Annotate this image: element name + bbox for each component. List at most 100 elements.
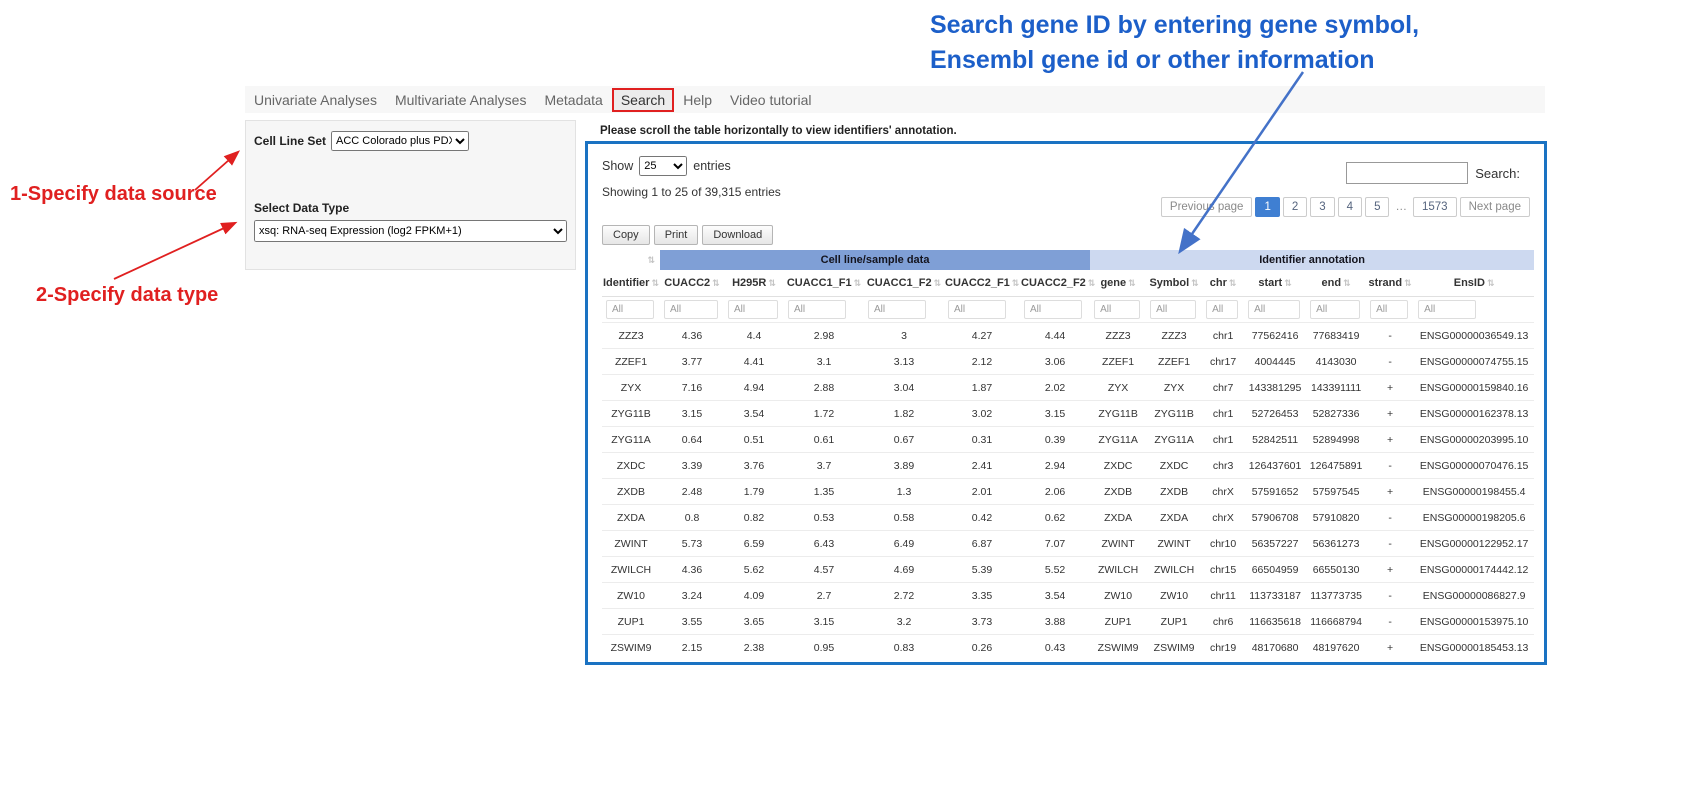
column-header-cuacc2-f1[interactable]: CUACC2_F1⇅ [944, 270, 1020, 297]
filter-input-ensid[interactable] [1418, 300, 1476, 319]
cell-end: 57597545 [1306, 479, 1366, 505]
nav-item-metadata[interactable]: Metadata [535, 88, 611, 112]
column-header-chr[interactable]: chr⇅ [1202, 270, 1244, 297]
column-header-cuacc1-f2[interactable]: CUACC1_F2⇅ [864, 270, 944, 297]
sort-icon[interactable]: ⇅ [1343, 278, 1351, 288]
filter-input-gene[interactable] [1094, 300, 1140, 319]
table-row[interactable]: ZWILCH4.365.624.574.695.395.52ZWILCHZWIL… [602, 557, 1534, 583]
column-header-start[interactable]: start⇅ [1244, 270, 1306, 297]
print-button[interactable]: Print [654, 225, 699, 245]
page-button-2[interactable]: 2 [1283, 197, 1307, 217]
filter-input-end[interactable] [1310, 300, 1360, 319]
table-search-input[interactable] [1346, 162, 1468, 184]
cell-end: 126475891 [1306, 453, 1366, 479]
download-button[interactable]: Download [702, 225, 773, 245]
column-header-cuacc2[interactable]: CUACC2⇅ [660, 270, 724, 297]
filter-input-cuacc1-f2[interactable] [868, 300, 926, 319]
cell-cuacc1-f1: 2.88 [784, 375, 864, 401]
cell-identifier: ZW10 [602, 583, 660, 609]
cell-start: 4004445 [1244, 349, 1306, 375]
data-type-select[interactable]: xsq: RNA-seq Expression (log2 FPKM+1) [254, 220, 567, 242]
cell-gene: ZXDA [1090, 505, 1146, 531]
table-row[interactable]: ZWINT5.736.596.436.496.877.07ZWINTZWINTc… [602, 531, 1534, 557]
column-header-gene[interactable]: gene⇅ [1090, 270, 1146, 297]
sort-icon[interactable]: ⇅ [712, 278, 720, 288]
cell-h295r: 3.65 [724, 609, 784, 635]
column-header-cuacc1-f1[interactable]: CUACC1_F1⇅ [784, 270, 864, 297]
results-panel: Show 25 entries Search: Showing 1 to 25 … [585, 141, 1547, 665]
table-row[interactable]: ZXDB2.481.791.351.32.012.06ZXDBZXDBchrX5… [602, 479, 1534, 505]
sort-icon[interactable]: ⇅ [854, 278, 862, 288]
table-row[interactable]: ZYG11A0.640.510.610.670.310.39ZYG11AZYG1… [602, 427, 1534, 453]
table-row[interactable]: ZZZ34.364.42.9834.274.44ZZZ3ZZZ3chr17756… [602, 323, 1534, 349]
column-label: EnsID [1454, 277, 1485, 289]
table-row[interactable]: ZW103.244.092.72.723.353.54ZW10ZW10chr11… [602, 583, 1534, 609]
cell-symbol: ZXDA [1146, 505, 1202, 531]
column-label: CUACC2_F2 [1021, 277, 1086, 289]
column-header-ensid[interactable]: EnsID⇅ [1414, 270, 1534, 297]
filter-input-cuacc2[interactable] [664, 300, 718, 319]
filter-input-cuacc2-f2[interactable] [1024, 300, 1082, 319]
sort-icon[interactable]: ⇅ [1404, 278, 1412, 288]
table-row[interactable]: ZZEF13.774.413.13.132.123.06ZZEF1ZZEF1ch… [602, 349, 1534, 375]
page-button-3[interactable]: 3 [1310, 197, 1334, 217]
table-row[interactable]: ZUP13.553.653.153.23.733.88ZUP1ZUP1chr61… [602, 609, 1534, 635]
filter-input-cuacc2-f1[interactable] [948, 300, 1006, 319]
page-button-1573[interactable]: 1573 [1413, 197, 1457, 217]
cell-start: 56357227 [1244, 531, 1306, 557]
filter-input-cuacc1-f1[interactable] [788, 300, 846, 319]
column-label: chr [1210, 277, 1227, 289]
sort-icon[interactable]: ⇅ [1229, 278, 1237, 288]
sort-icon[interactable]: ⇅ [1128, 278, 1136, 288]
filter-input-start[interactable] [1248, 300, 1300, 319]
table-row[interactable]: ZYG11B3.153.541.721.823.023.15ZYG11BZYG1… [602, 401, 1534, 427]
filter-cell-cuacc1-f1 [784, 297, 864, 323]
page-button-4[interactable]: 4 [1338, 197, 1362, 217]
nav-item-search[interactable]: Search [612, 88, 674, 112]
cell-end: 56361273 [1306, 531, 1366, 557]
table-row[interactable]: ZXDA0.80.820.530.580.420.62ZXDAZXDAchrX5… [602, 505, 1534, 531]
sort-icon[interactable]: ⇅ [1487, 278, 1495, 288]
page-button-1[interactable]: 1 [1255, 197, 1279, 217]
table-row[interactable]: ZYX7.164.942.883.041.872.02ZYXZYXchr7143… [602, 375, 1534, 401]
column-header-cuacc2-f2[interactable]: CUACC2_F2⇅ [1020, 270, 1090, 297]
table-row[interactable]: ZSWIM92.152.380.950.830.260.43ZSWIM9ZSWI… [602, 635, 1534, 661]
filter-input-identifier[interactable] [606, 300, 654, 319]
previous-page-button[interactable]: Previous page [1161, 197, 1253, 217]
cell-cuacc2-f2: 3.88 [1020, 609, 1090, 635]
cell-cuacc2-f1: 0.26 [944, 635, 1020, 661]
nav-item-univariate-analyses[interactable]: Univariate Analyses [245, 88, 386, 112]
nav-item-help[interactable]: Help [674, 88, 721, 112]
sort-icon[interactable]: ⇅ [647, 255, 655, 265]
sort-icon[interactable]: ⇅ [1284, 278, 1292, 288]
cell-chr: chr1 [1202, 427, 1244, 453]
table-row[interactable]: ZXDC3.393.763.73.892.412.94ZXDCZXDCchr31… [602, 453, 1534, 479]
column-header-symbol[interactable]: Symbol⇅ [1146, 270, 1202, 297]
filter-input-h295r[interactable] [728, 300, 778, 319]
cell-line-set-select[interactable]: ACC Colorado plus PDX [331, 131, 469, 151]
cell-symbol: ZW10 [1146, 583, 1202, 609]
cell-cuacc2-f2: 3.06 [1020, 349, 1090, 375]
column-header-h295r[interactable]: H295R⇅ [724, 270, 784, 297]
column-header-end[interactable]: end⇅ [1306, 270, 1366, 297]
copy-button[interactable]: Copy [602, 225, 650, 245]
filter-input-strand[interactable] [1370, 300, 1408, 319]
nav-item-video-tutorial[interactable]: Video tutorial [721, 88, 820, 112]
sort-icon[interactable]: ⇅ [1191, 278, 1199, 288]
cell-identifier: ZXDC [602, 453, 660, 479]
column-header-identifier[interactable]: Identifier⇅ [602, 270, 660, 297]
sort-icon[interactable]: ⇅ [1012, 278, 1020, 288]
nav-item-multivariate-analyses[interactable]: Multivariate Analyses [386, 88, 536, 112]
filter-input-chr[interactable] [1206, 300, 1238, 319]
page-length-select[interactable]: 25 [639, 156, 687, 176]
filter-input-symbol[interactable] [1150, 300, 1196, 319]
next-page-button[interactable]: Next page [1460, 197, 1530, 217]
cell-cuacc1-f2: 1.82 [864, 401, 944, 427]
search-tip-annotation: Search gene ID by entering gene symbol, … [930, 8, 1419, 78]
column-header-strand[interactable]: strand⇅ [1366, 270, 1414, 297]
sort-icon[interactable]: ⇅ [651, 278, 659, 288]
page-button-5[interactable]: 5 [1365, 197, 1389, 217]
sort-icon[interactable]: ⇅ [934, 278, 942, 288]
sort-icon[interactable]: ⇅ [1088, 278, 1096, 288]
sort-icon[interactable]: ⇅ [768, 278, 776, 288]
